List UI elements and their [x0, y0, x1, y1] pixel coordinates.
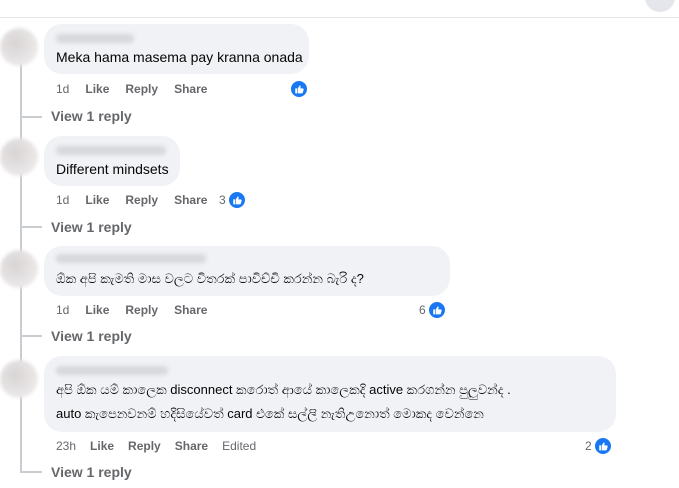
reply-button[interactable]: Reply	[125, 303, 158, 317]
reaction-count: 3	[219, 193, 226, 207]
edited-label: Edited	[222, 439, 257, 453]
comment-actions: 23h Like Reply Share Edited	[56, 437, 256, 455]
like-button[interactable]: Like	[85, 82, 109, 96]
like-icon	[227, 191, 246, 209]
view-replies-link[interactable]: View 1 reply	[51, 219, 132, 235]
thread-branch	[20, 335, 42, 337]
like-button[interactable]: Like	[85, 193, 109, 207]
avatar[interactable]	[0, 28, 38, 66]
reaction-summary[interactable]: 6	[419, 301, 446, 319]
share-button[interactable]: Share	[174, 82, 207, 96]
reaction-summary[interactable]: 2	[585, 437, 612, 455]
like-icon	[290, 80, 308, 98]
share-button[interactable]: Share	[174, 193, 207, 207]
author-name[interactable]	[56, 34, 134, 43]
timestamp[interactable]: 1d	[56, 303, 69, 317]
comment-text-line-2: auto කැපෙනවනම් හදිසියේවත් card එකේ සල්ලි…	[56, 406, 484, 421]
reply-button[interactable]: Reply	[125, 82, 158, 96]
reaction-count: 2	[585, 439, 592, 453]
timestamp[interactable]: 23h	[56, 439, 76, 453]
reaction-summary[interactable]: 3	[219, 191, 246, 209]
like-icon	[593, 437, 612, 455]
comment-bubble: Different mindsets	[44, 136, 180, 186]
comment-text: ඕක අපි කැමති මාස වලට විතරක් පාවිච්චි කරන…	[56, 271, 364, 286]
reaction-summary[interactable]	[290, 80, 308, 98]
thread-branch	[20, 226, 42, 228]
comment-text: Meka hama masema pay kranna onada	[56, 49, 303, 65]
author-name[interactable]	[56, 366, 168, 375]
thread-branch	[20, 471, 42, 473]
comment-bubble: ඕක අපි කැමති මාස වලට විතරක් පාවිච්චි කරන…	[44, 246, 450, 296]
like-icon	[427, 301, 446, 319]
comment-actions: 1d Like Reply Share	[56, 80, 207, 98]
share-button[interactable]: Share	[175, 439, 208, 453]
like-button[interactable]: Like	[90, 439, 114, 453]
reply-button[interactable]: Reply	[125, 193, 158, 207]
share-button[interactable]: Share	[174, 303, 207, 317]
avatar[interactable]	[0, 138, 38, 176]
comment-text: Different mindsets	[56, 161, 169, 177]
avatar[interactable]	[0, 250, 38, 288]
reaction-count: 6	[419, 303, 426, 317]
comment-bubble: Meka hama masema pay kranna onada	[44, 24, 309, 74]
top-bar	[0, 0, 679, 18]
view-replies-link[interactable]: View 1 reply	[51, 464, 132, 480]
reply-button[interactable]: Reply	[128, 439, 161, 453]
timestamp[interactable]: 1d	[56, 82, 69, 96]
author-name[interactable]	[56, 146, 166, 155]
comment-actions: 1d Like Reply Share	[56, 301, 207, 319]
view-replies-link[interactable]: View 1 reply	[51, 328, 132, 344]
avatar[interactable]	[0, 360, 38, 398]
view-replies-link[interactable]: View 1 reply	[51, 108, 132, 124]
timestamp[interactable]: 1d	[56, 193, 69, 207]
comment-actions: 1d Like Reply Share	[56, 191, 207, 209]
close-button[interactable]	[645, 0, 675, 12]
comment-bubble: අපි ඕක යම් කාලෙක disconnect කරොත් ආයේ කා…	[44, 356, 616, 432]
comment-text-line-1: අපි ඕක යම් කාලෙක disconnect කරොත් ආයේ කා…	[56, 382, 511, 397]
thread-branch	[20, 116, 42, 118]
like-button[interactable]: Like	[85, 303, 109, 317]
author-name[interactable]	[56, 254, 206, 263]
